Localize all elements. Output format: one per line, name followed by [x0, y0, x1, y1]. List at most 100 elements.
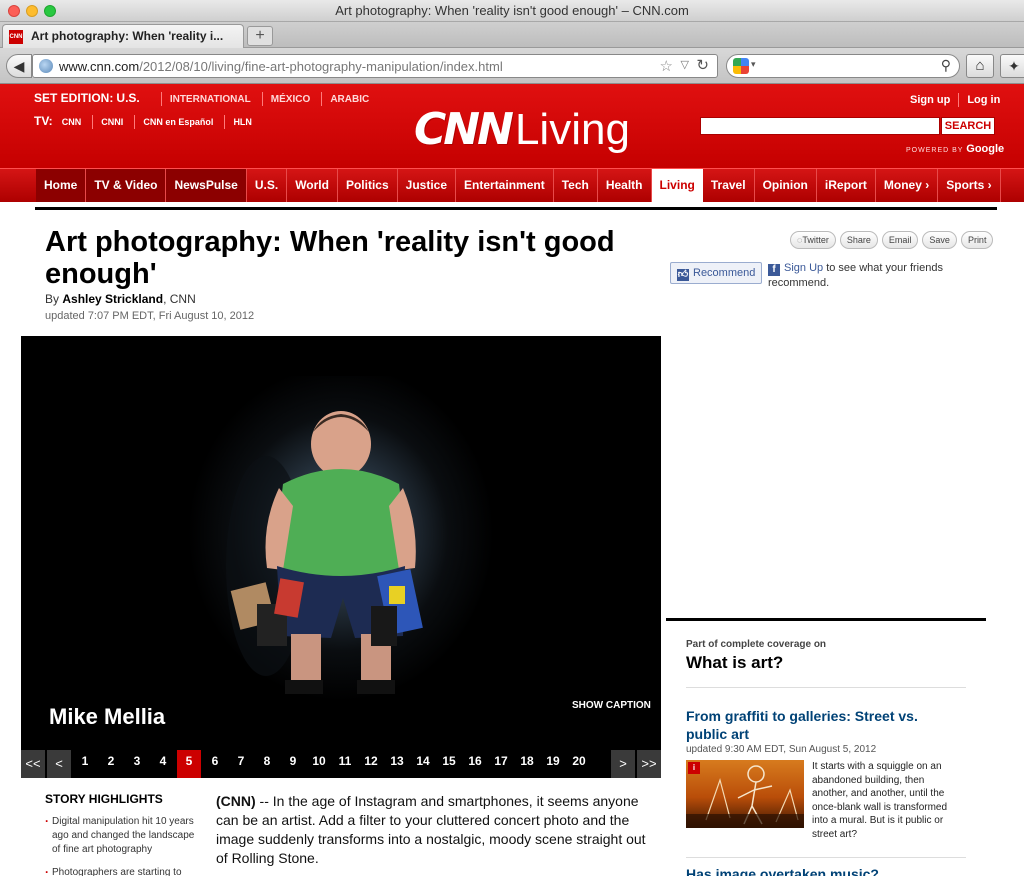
log-in-link[interactable]: Log in [967, 94, 1000, 106]
print-button[interactable]: Print [960, 231, 994, 249]
article-body: (CNN) -- In the age of Instagram and sma… [216, 792, 646, 868]
address-bar[interactable]: www.cnn.com/2012/08/10/living/fine-art-p… [32, 54, 718, 78]
chevron-down-icon[interactable]: ▽ [681, 58, 689, 71]
last-slide-button[interactable]: >> [637, 750, 661, 778]
tv-link-cnni[interactable]: CNNI [101, 117, 123, 127]
edition-link-mexico[interactable]: MÉXICO [271, 94, 310, 105]
search-icon[interactable]: ⚲ [941, 57, 951, 74]
globe-icon [39, 59, 53, 73]
related-story-summary: It starts with a squiggle on an abandone… [812, 761, 948, 840]
slide-page-15[interactable]: 15 [437, 750, 461, 778]
nav-item-newspulse[interactable]: NewsPulse [166, 169, 247, 202]
tv-link-hln[interactable]: HLN [233, 117, 252, 127]
slide-page-4[interactable]: 4 [151, 750, 175, 778]
slide-page-5[interactable]: 5 [177, 750, 201, 778]
divider [35, 207, 997, 210]
edition-link-arabic[interactable]: ARABIC [330, 94, 369, 105]
chevron-down-icon[interactable]: ▾ [751, 59, 756, 70]
new-tab-button[interactable]: + [247, 26, 273, 46]
facebook-signup-link[interactable]: Sign Up [784, 262, 823, 274]
nav-item-ireport[interactable]: iReport [817, 169, 876, 202]
slide-page-17[interactable]: 17 [489, 750, 513, 778]
window-titlebar: Art photography: When 'reality isn't goo… [0, 0, 1024, 22]
nav-item-home[interactable]: Home [36, 169, 87, 202]
slide-page-1[interactable]: 1 [73, 750, 97, 778]
nav-item-health[interactable]: Health [598, 169, 652, 202]
coverage-label: Part of complete coverage on [686, 639, 827, 650]
sign-up-link[interactable]: Sign up [910, 94, 950, 106]
edition-link-international[interactable]: INTERNATIONAL [170, 94, 251, 105]
author-link[interactable]: Ashley Strickland [62, 292, 163, 306]
slide-page-13[interactable]: 13 [385, 750, 409, 778]
coverage-title[interactable]: What is art? [686, 653, 966, 673]
next-slide-button[interactable]: > [611, 750, 635, 778]
slide-page-10[interactable]: 10 [307, 750, 331, 778]
photo-gallery: Mike Mellia SHOW CAPTION [21, 336, 661, 750]
google-icon[interactable] [733, 58, 749, 74]
facebook-recommend-button[interactable]: 👍︎ Recommend [670, 262, 762, 284]
slide-page-16[interactable]: 16 [463, 750, 487, 778]
tv-link-cnn[interactable]: CNN [62, 117, 82, 127]
reload-icon[interactable]: ↻ [696, 56, 709, 74]
home-button[interactable]: ⌂ [966, 54, 994, 78]
nav-item-money[interactable]: Money › [876, 169, 939, 202]
search-button[interactable]: SEARCH [941, 117, 995, 135]
browser-tab[interactable]: CNN Art photography: When 'reality i... [2, 24, 244, 48]
nav-item-u-s[interactable]: U.S. [247, 169, 288, 202]
thumbs-up-icon: 👍︎ [677, 269, 689, 281]
edition-selector: SET EDITION: U.S. INTERNATIONAL MÉXICO A… [34, 91, 369, 107]
nav-item-entertainment[interactable]: Entertainment [456, 169, 554, 202]
previous-slide-button[interactable]: < [47, 750, 71, 778]
twitter-button[interactable]: ◌Twitter [790, 231, 836, 249]
related-story-thumbnail[interactable]: i [686, 760, 804, 828]
google-label: Google [966, 143, 1005, 155]
slide-page-19[interactable]: 19 [541, 750, 565, 778]
nav-item-world[interactable]: World [287, 169, 338, 202]
nav-item-tv-video[interactable]: TV & Video [86, 169, 167, 202]
share-button[interactable]: Share [839, 231, 878, 249]
slide-page-9[interactable]: 9 [281, 750, 305, 778]
cnn-favicon-icon: CNN [9, 30, 23, 44]
related-story-link[interactable]: Has image overtaken music? [686, 866, 879, 876]
slide-page-20[interactable]: 20 [567, 750, 591, 778]
nav-items: Home TV & Video NewsPulse U.S. World Politics… [36, 169, 1001, 202]
save-button[interactable]: Save [922, 231, 957, 249]
facebook-icon: f [768, 264, 780, 276]
browser-search-field[interactable]: ▾ ⚲ [726, 54, 960, 78]
byline-outlet: , CNN [163, 292, 196, 306]
article-paragraph: -- In the age of Instagram and smartphon… [216, 793, 646, 866]
nav-item-sports[interactable]: Sports › [938, 169, 1001, 202]
slide-page-18[interactable]: 18 [515, 750, 539, 778]
gallery-photo[interactable] [21, 336, 661, 750]
nav-item-opinion[interactable]: Opinion [755, 169, 817, 202]
cnn-living-logo[interactable]: CNNLiving [414, 104, 630, 155]
back-button[interactable]: ◀ [6, 54, 32, 78]
slide-page-7[interactable]: 7 [229, 750, 253, 778]
nav-item-justice[interactable]: Justice [398, 169, 457, 202]
logo-brand: CNN [414, 104, 514, 155]
photo-caption: Mike Mellia [49, 704, 166, 729]
nav-item-tech[interactable]: Tech [554, 169, 598, 202]
slide-page-3[interactable]: 3 [125, 750, 149, 778]
edition-current[interactable]: U.S. [116, 91, 139, 105]
nav-item-politics[interactable]: Politics [338, 169, 398, 202]
slide-page-2[interactable]: 2 [99, 750, 123, 778]
slide-page-8[interactable]: 8 [255, 750, 279, 778]
bookmark-star-icon[interactable]: ☆ [660, 57, 673, 75]
email-button[interactable]: Email [881, 231, 919, 249]
site-search-input[interactable] [700, 117, 940, 135]
slide-page-14[interactable]: 14 [411, 750, 435, 778]
slide-page-12[interactable]: 12 [359, 750, 383, 778]
first-slide-button[interactable]: << [21, 750, 45, 778]
url-host: www.cnn.com [59, 59, 140, 74]
extensions-button[interactable]: ✦ [1000, 54, 1024, 78]
slide-page-11[interactable]: 11 [333, 750, 357, 778]
related-story-link[interactable]: From graffiti to galleries: Street vs. p… [686, 707, 956, 743]
slide-page-6[interactable]: 6 [203, 750, 227, 778]
nav-item-living[interactable]: Living [651, 169, 703, 202]
tv-link-cnn-espanol[interactable]: CNN en Español [143, 117, 213, 127]
show-caption-button[interactable]: SHOW CAPTION [572, 700, 651, 711]
tab-bar: CNN Art photography: When 'reality i... … [0, 22, 1024, 48]
article-headline: Art photography: When 'reality isn't goo… [45, 226, 615, 290]
nav-item-travel[interactable]: Travel [703, 169, 755, 202]
